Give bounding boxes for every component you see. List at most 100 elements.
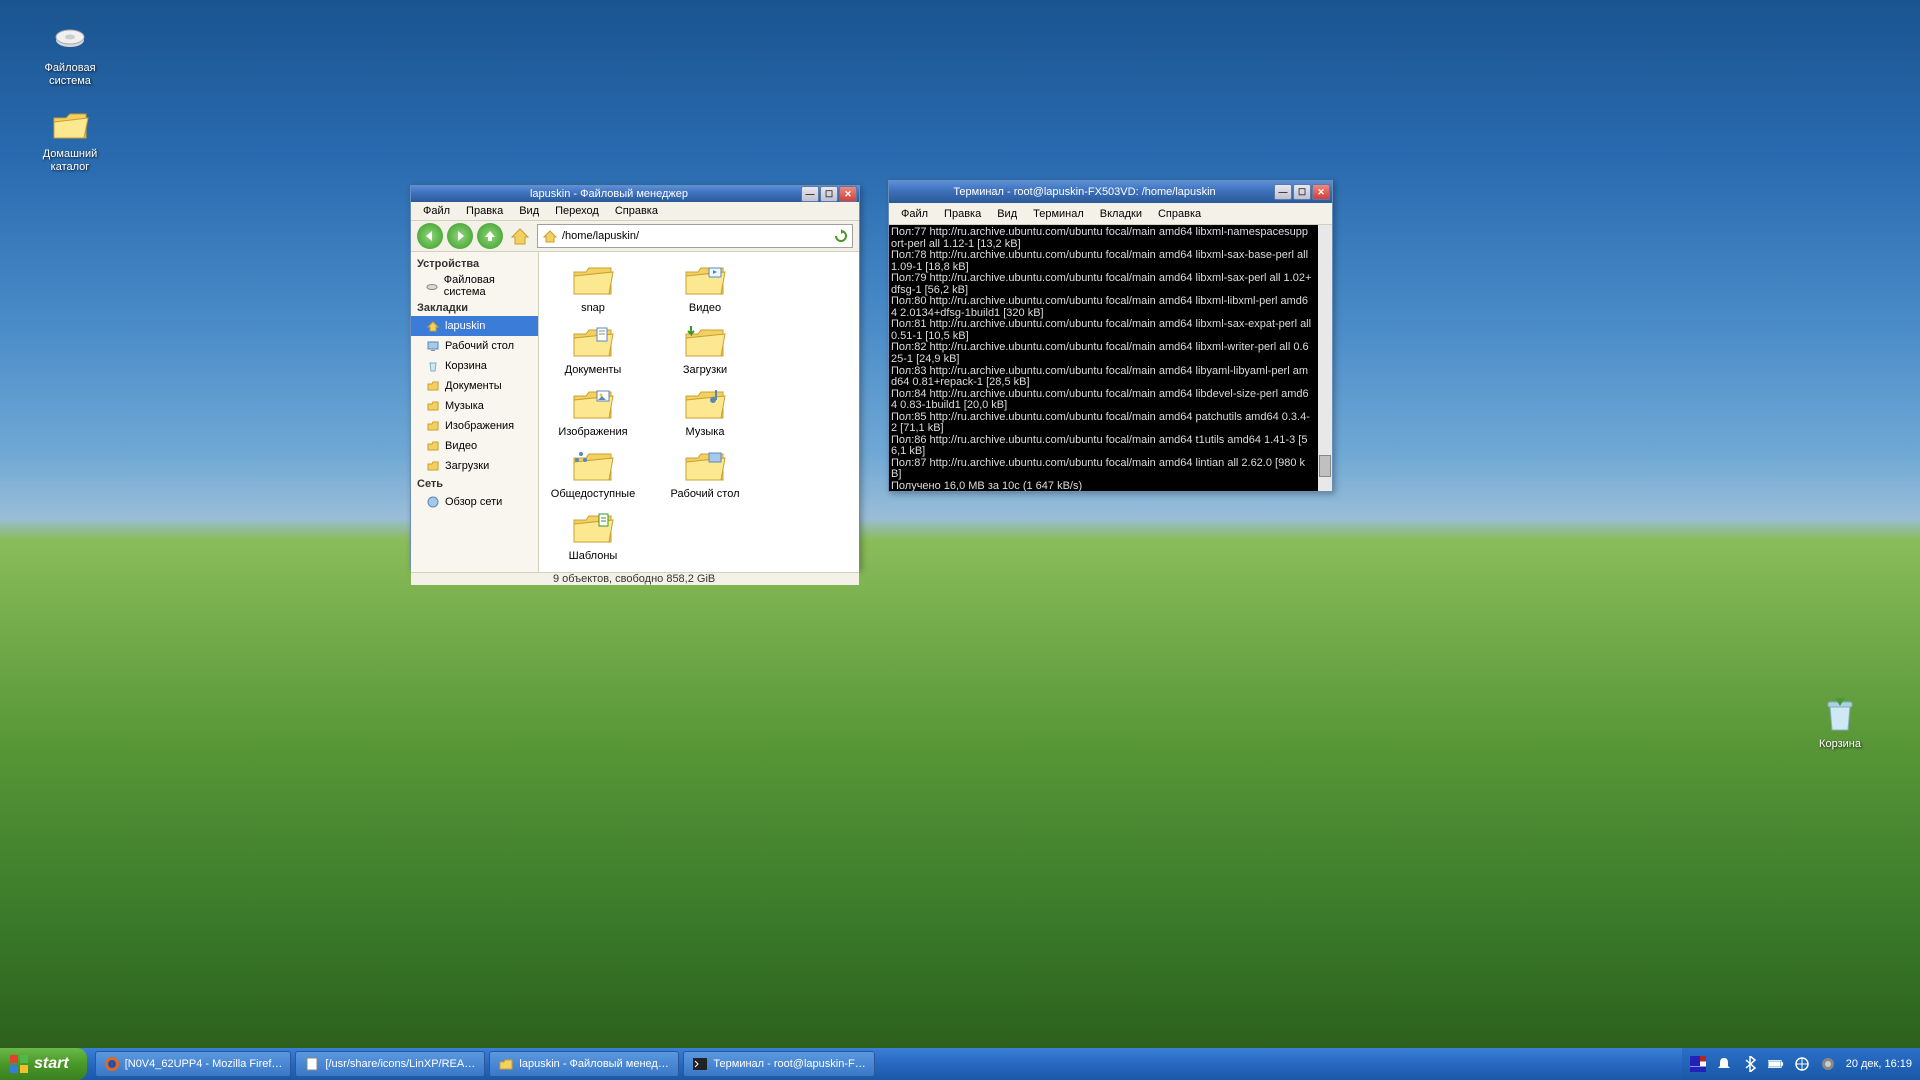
file-manager-sidebar: УстройстваФайловая системаЗакладкиlapusk… [411,252,539,572]
folder-icon [571,448,615,484]
menu-Справка[interactable]: Справка [607,202,666,220]
sidebar-item-Изображения[interactable]: Изображения [411,416,538,436]
folder-icon [683,324,727,360]
sidebar-section-header: Закладки [411,300,538,316]
path-input[interactable] [562,230,830,242]
minimize-button[interactable]: — [1274,184,1292,200]
notification-icon[interactable] [1716,1056,1732,1072]
file-item-Документы[interactable]: Документы [547,324,639,376]
taskbar-item[interactable]: Терминал - root@lapuskin-F… [683,1051,874,1077]
menu-Вкладки[interactable]: Вкладки [1092,205,1150,223]
folder-icon [571,324,615,360]
back-button[interactable] [417,223,443,249]
window-title: Терминал - root@lapuskin-FX503VD: /home/… [895,186,1274,198]
sidebar-item-Музыка[interactable]: Музыка [411,396,538,416]
desktop-icon-home[interactable]: Домашнийкаталог [30,104,110,174]
text-icon [304,1056,320,1072]
file-item-Общедоступные[interactable]: Общедоступные [547,448,639,500]
file-item-snap[interactable]: snap [547,262,639,314]
firefox-icon [104,1056,120,1072]
folder-icon [683,448,727,484]
battery-icon[interactable] [1768,1056,1784,1072]
maximize-button[interactable]: ☐ [820,186,838,202]
file-grid[interactable]: snap Видео Документы Загрузки Изображения Муз… [539,252,859,572]
scrollbar[interactable] [1318,225,1332,491]
folder-icon [425,438,441,454]
sidebar-item-Обзор сети[interactable]: Обзор сети [411,492,538,512]
network-icon[interactable] [1794,1056,1810,1072]
sidebar-item-Файловая система[interactable]: Файловая система [411,272,538,300]
menu-Правка[interactable]: Правка [936,205,989,223]
volume-icon[interactable] [1820,1056,1836,1072]
start-logo-icon [10,1055,28,1073]
terminal-titlebar[interactable]: Терминал - root@lapuskin-FX503VD: /home/… [889,181,1332,203]
start-button[interactable]: start [0,1048,87,1080]
file-item-Шаблоны[interactable]: Шаблоны [547,510,639,562]
desktop-icon [425,338,441,354]
address-bar [537,224,853,248]
menu-Справка[interactable]: Справка [1150,205,1209,223]
language-indicator[interactable] [1690,1056,1706,1072]
close-button[interactable]: ✕ [1312,184,1330,200]
system-tray: 20 дек, 16:19 [1682,1048,1920,1080]
taskbar-item[interactable]: [/usr/share/icons/LinXP/REA… [295,1051,485,1077]
folder-icon [683,262,727,298]
folder-icon [571,386,615,422]
scrollbar-thumb[interactable] [1319,455,1331,477]
menu-Правка[interactable]: Правка [458,202,511,220]
home-button[interactable] [507,223,533,249]
menu-Файл[interactable]: Файл [415,202,458,220]
file-item-Видео[interactable]: Видео [659,262,751,314]
sidebar-item-Документы[interactable]: Документы [411,376,538,396]
file-manager-titlebar[interactable]: lapuskin - Файловый менеджер — ☐ ✕ [411,186,859,202]
file-item-Рабочий стол[interactable]: Рабочий стол [659,448,751,500]
menu-Терминал[interactable]: Терминал [1025,205,1092,223]
sidebar-item-Видео[interactable]: Видео [411,436,538,456]
network-icon [425,494,441,510]
menu-Переход[interactable]: Переход [547,202,607,220]
path-home-icon [542,228,558,244]
taskbar-item[interactable]: lapuskin - Файловый менед… [489,1051,679,1077]
home-folder-icon [50,104,90,144]
file-manager-menubar: ФайлПравкаВидПереходСправка [411,202,859,221]
menu-Вид[interactable]: Вид [511,202,547,220]
sidebar-section-header: Сеть [411,476,538,492]
home-icon [425,318,441,334]
file-item-Загрузки[interactable]: Загрузки [659,324,751,376]
close-button[interactable]: ✕ [839,186,857,202]
minimize-button[interactable]: — [801,186,819,202]
desktop-icon-trash[interactable]: Корзина [1800,694,1880,751]
sidebar-item-Загрузки[interactable]: Загрузки [411,456,538,476]
terminal-output[interactable]: Пол:77 http://ru.archive.ubuntu.com/ubun… [889,225,1332,491]
folder-icon [571,262,615,298]
folder-icon [498,1056,514,1072]
trash-icon [1820,694,1860,734]
file-manager-toolbar [411,221,859,252]
desktop-icon-filesystem[interactable]: Файловаясистема [30,18,110,88]
folder-icon [683,386,727,422]
terminal-icon [692,1056,708,1072]
sidebar-item-Корзина[interactable]: Корзина [411,356,538,376]
desktop[interactable]: Файловаясистема Домашнийкаталог Корзина … [0,0,1920,1080]
maximize-button[interactable]: ☐ [1293,184,1311,200]
refresh-icon[interactable] [834,229,848,243]
menu-Файл[interactable]: Файл [893,205,936,223]
window-title: lapuskin - Файловый менеджер [417,188,801,200]
drive-icon [50,18,90,58]
drive-icon [425,278,440,294]
trash-icon [425,358,441,374]
forward-button[interactable] [447,223,473,249]
sidebar-item-lapuskin[interactable]: lapuskin [411,316,538,336]
bluetooth-icon[interactable] [1742,1056,1758,1072]
taskbar: start [N0V4_62UPP4 - Mozilla Firef…[/usr… [0,1048,1920,1080]
file-item-Изображения[interactable]: Изображения [547,386,639,438]
file-item-Музыка[interactable]: Музыка [659,386,751,438]
taskbar-item[interactable]: [N0V4_62UPP4 - Mozilla Firef… [95,1051,292,1077]
up-button[interactable] [477,223,503,249]
folder-icon [425,458,441,474]
clock[interactable]: 20 дек, 16:19 [1846,1058,1912,1070]
menu-Вид[interactable]: Вид [989,205,1025,223]
sidebar-item-Рабочий стол[interactable]: Рабочий стол [411,336,538,356]
folder-icon [571,510,615,546]
sidebar-section-header: Устройства [411,256,538,272]
